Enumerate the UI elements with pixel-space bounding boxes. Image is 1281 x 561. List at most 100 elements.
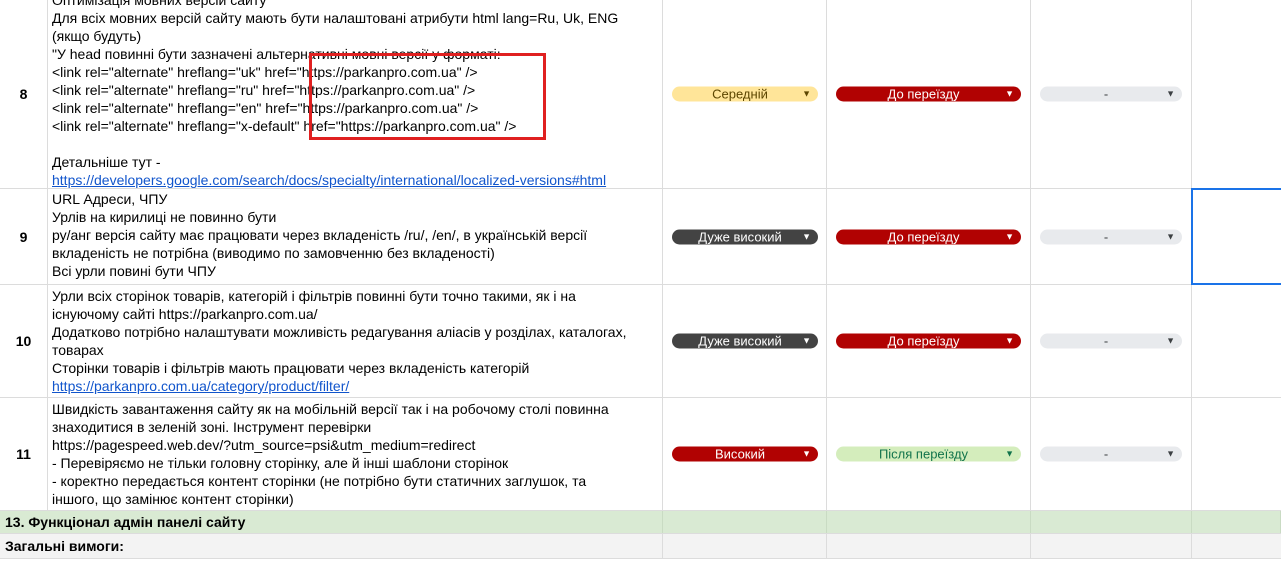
description-line: Детальніше тут - xyxy=(52,154,161,170)
row-number-cell[interactable]: 8 xyxy=(0,0,48,188)
description-line: <link rel="alternate" hreflang="ru" href… xyxy=(52,82,476,98)
dropdown-arrow-icon: ▼ xyxy=(802,448,811,459)
status-dropdown[interactable]: - ▼ xyxy=(1040,86,1182,102)
status-dropdown[interactable]: - ▼ xyxy=(1040,333,1182,349)
empty-cell[interactable] xyxy=(663,511,827,533)
status-cell: - ▼ xyxy=(1031,398,1192,510)
description-line: Урлів на кирилиці не повинно бути xyxy=(52,209,277,225)
dropdown-arrow-icon: ▼ xyxy=(1166,448,1175,459)
empty-cell[interactable] xyxy=(1192,534,1281,558)
section-title-cell[interactable]: 13. Функціонал адмін панелі сайту xyxy=(0,511,663,533)
dropdown-arrow-icon: ▼ xyxy=(1005,88,1014,99)
description-cell[interactable]: URL Адреси, ЧПУ Урлів на кирилиці не пов… xyxy=(48,189,663,284)
dropdown-arrow-icon: ▼ xyxy=(1005,231,1014,241)
row-number-cell[interactable]: 9 xyxy=(0,189,48,284)
timing-cell: Після переїзду ▼ xyxy=(827,398,1031,510)
priority-dropdown[interactable]: Високий ▼ xyxy=(672,446,818,462)
description-line: знаходитися в зеленій зоні. Інструмент п… xyxy=(52,419,372,435)
dropdown-arrow-icon: ▼ xyxy=(802,88,811,99)
status-dropdown[interactable]: - ▼ xyxy=(1040,229,1182,244)
priority-dropdown[interactable]: Дуже високий ▼ xyxy=(672,333,818,349)
row-number-cell[interactable]: 10 xyxy=(0,285,48,397)
subsection-title-cell[interactable]: Загальні вимоги: xyxy=(0,534,663,558)
table-row-11: 11 Швидкість завантаження сайту як на мо… xyxy=(0,398,1281,511)
empty-cell[interactable] xyxy=(1192,0,1281,188)
table-row-9: 9 URL Адреси, ЧПУ Урлів на кирилиці не п… xyxy=(0,189,1281,285)
empty-cell[interactable] xyxy=(1192,285,1281,397)
description-line: іншого, що замінює контент сторінки) xyxy=(52,491,294,507)
description-line: Урли всіх сторінок товарів, категорій і … xyxy=(52,288,576,304)
status-value: - xyxy=(1103,86,1109,102)
empty-cell[interactable] xyxy=(1031,511,1192,533)
description-line: Сторінки товарів і фільтрів мають працюв… xyxy=(52,360,530,376)
description-line: <link rel="alternate" hreflang="en" href… xyxy=(52,100,479,116)
docs-link[interactable]: https://developers.google.com/search/doc… xyxy=(52,171,658,189)
status-cell: - ▼ xyxy=(1031,285,1192,397)
status-value: - xyxy=(1103,229,1109,244)
timing-dropdown[interactable]: Після переїзду ▼ xyxy=(836,446,1021,462)
priority-cell: Середній ▼ xyxy=(663,0,827,188)
priority-dropdown[interactable]: Дуже високий ▼ xyxy=(672,229,818,244)
empty-cell[interactable] xyxy=(827,534,1031,558)
priority-dropdown[interactable]: Середній ▼ xyxy=(672,86,818,102)
dropdown-arrow-icon: ▼ xyxy=(1166,335,1175,346)
description-line: існуючому сайті https://parkanpro.com.ua… xyxy=(52,306,318,322)
dropdown-arrow-icon: ▼ xyxy=(1005,448,1014,459)
timing-dropdown[interactable]: До переїзду ▼ xyxy=(836,86,1021,102)
description-line: Додатково потрібно налаштувати можливіст… xyxy=(52,324,627,340)
timing-dropdown[interactable]: До переїзду ▼ xyxy=(836,229,1021,244)
description-line: Всі урли повині бути ЧПУ xyxy=(52,263,216,279)
priority-value: Дуже високий xyxy=(698,229,782,244)
description-line: https://pagespeed.web.dev/?utm_source=ps… xyxy=(52,437,476,453)
description-line: - коректно передається контент сторінки … xyxy=(52,473,587,489)
empty-cell[interactable] xyxy=(1031,534,1192,558)
description-cell[interactable]: Оптимізація мовних версій сайту Для всіх… xyxy=(48,0,663,188)
timing-cell: До переїзду ▼ xyxy=(827,189,1031,284)
timing-value: Після переїзду xyxy=(878,446,969,462)
section-title: 13. Функціонал адмін панелі сайту xyxy=(5,514,246,530)
description-line: <link rel="alternate" hreflang="uk" href… xyxy=(52,64,478,80)
selected-cell[interactable] xyxy=(1192,189,1281,284)
empty-cell[interactable] xyxy=(1192,511,1281,533)
timing-value: До переїзду xyxy=(887,86,960,102)
empty-cell[interactable] xyxy=(827,511,1031,533)
status-dropdown[interactable]: - ▼ xyxy=(1040,446,1182,462)
dropdown-arrow-icon: ▼ xyxy=(802,231,811,241)
table-row-10: 10 Урли всіх сторінок товарів, категорій… xyxy=(0,285,1281,398)
timing-cell: До переїзду ▼ xyxy=(827,0,1031,188)
description-line: <link rel="alternate" hreflang="x-defaul… xyxy=(52,118,517,134)
timing-value: До переїзду xyxy=(887,229,960,244)
description-cell[interactable]: Швидкість завантаження сайту як на мобіл… xyxy=(48,398,663,510)
dropdown-arrow-icon: ▼ xyxy=(1005,335,1014,346)
description-line: Для всіх мовних версій сайту мають бути … xyxy=(52,10,619,26)
priority-cell: Дуже високий ▼ xyxy=(663,285,827,397)
empty-cell[interactable] xyxy=(663,534,827,558)
timing-cell: До переїзду ▼ xyxy=(827,285,1031,397)
priority-cell: Дуже високий ▼ xyxy=(663,189,827,284)
timing-value: До переїзду xyxy=(887,333,960,349)
status-cell: - ▼ xyxy=(1031,0,1192,188)
dropdown-arrow-icon: ▼ xyxy=(802,335,811,346)
priority-value: Середній xyxy=(712,86,768,102)
description-line: ру/анг версія сайту має працювати через … xyxy=(52,227,588,243)
description-line: - Перевіряємо не тільки головну сторінку… xyxy=(52,455,509,471)
section-header-row: 13. Функціонал адмін панелі сайту xyxy=(0,511,1281,534)
dropdown-arrow-icon: ▼ xyxy=(1166,88,1175,99)
subsection-header-row: Загальні вимоги: xyxy=(0,534,1281,559)
priority-value: Дуже високий xyxy=(698,333,782,349)
priority-value: Високий xyxy=(714,446,766,462)
empty-cell[interactable] xyxy=(1192,398,1281,510)
table-row-8: 8 Оптимізація мовних версій сайту Для вс… xyxy=(0,0,1281,189)
description-line: URL Адреси, ЧПУ xyxy=(52,191,168,207)
description-cell[interactable]: Урли всіх сторінок товарів, категорій і … xyxy=(48,285,663,397)
description-line: Швидкість завантаження сайту як на мобіл… xyxy=(52,401,609,417)
timing-dropdown[interactable]: До переїзду ▼ xyxy=(836,333,1021,349)
subsection-title: Загальні вимоги: xyxy=(5,538,124,554)
priority-cell: Високий ▼ xyxy=(663,398,827,510)
description-line: товарах xyxy=(52,342,104,358)
spreadsheet: 8 Оптимізація мовних версій сайту Для вс… xyxy=(0,0,1281,561)
category-link[interactable]: https://parkanpro.com.ua/category/produc… xyxy=(52,377,658,395)
description-line: (якщо будуть) xyxy=(52,28,142,44)
description-line: вкладеність не потрібна (виводимо по зам… xyxy=(52,245,495,261)
row-number-cell[interactable]: 11 xyxy=(0,398,48,510)
